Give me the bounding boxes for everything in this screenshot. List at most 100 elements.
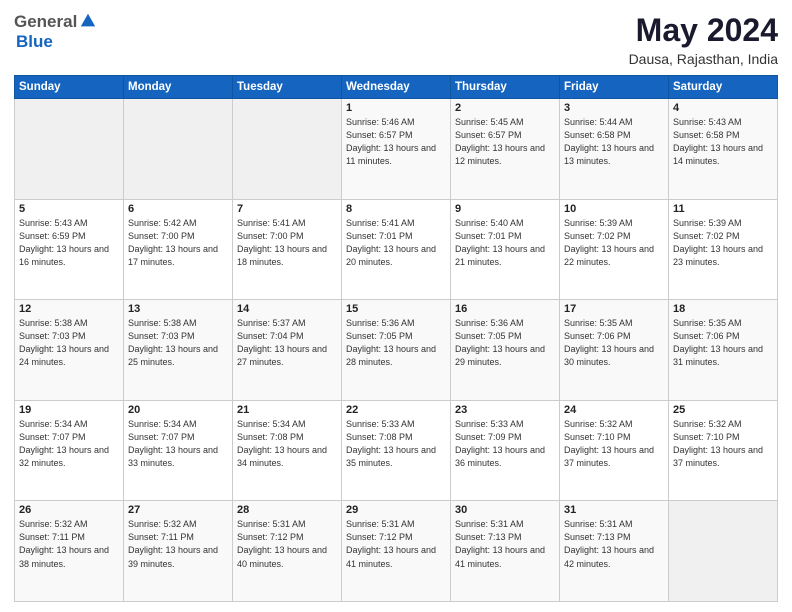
day-number: 12 — [19, 303, 119, 315]
day-info: Sunrise: 5:35 AM Sunset: 7:06 PM Dayligh… — [673, 317, 773, 369]
day-info: Sunrise: 5:31 AM Sunset: 7:13 PM Dayligh… — [564, 518, 664, 570]
day-info: Sunrise: 5:43 AM Sunset: 6:59 PM Dayligh… — [19, 217, 119, 269]
day-number: 29 — [346, 504, 446, 516]
day-info: Sunrise: 5:33 AM Sunset: 7:08 PM Dayligh… — [346, 418, 446, 470]
logo-icon — [79, 12, 97, 30]
header-thursday: Thursday — [451, 76, 560, 99]
day-number: 1 — [346, 102, 446, 114]
calendar-cell: 2Sunrise: 5:45 AM Sunset: 6:57 PM Daylig… — [451, 99, 560, 200]
calendar-cell: 25Sunrise: 5:32 AM Sunset: 7:10 PM Dayli… — [669, 400, 778, 501]
calendar-cell: 5 Sunrise: 5:43 AM Sunset: 6:59 PM Daylig… — [15, 199, 124, 300]
day-number: 19 — [19, 404, 119, 416]
day-number: 27 — [128, 504, 228, 516]
calendar-cell — [15, 99, 124, 200]
day-number: 4 — [673, 102, 773, 114]
day-number: 5 — [19, 203, 119, 215]
subtitle: Dausa, Rajasthan, India — [629, 51, 778, 67]
day-number: 18 — [673, 303, 773, 315]
logo-general: General — [14, 12, 77, 32]
day-info: Sunrise: 5:34 AM Sunset: 7:07 PM Dayligh… — [128, 418, 228, 470]
calendar-cell: 20 Sunrise: 5:34 AM Sunset: 7:07 PM Dayli… — [124, 400, 233, 501]
calendar-cell: 17Sunrise: 5:35 AM Sunset: 7:06 PM Dayli… — [560, 300, 669, 401]
day-info: Sunrise: 5:39 AM Sunset: 7:02 PM Dayligh… — [564, 217, 664, 269]
week-row-3: 12 Sunrise: 5:38 AM Sunset: 7:03 PM Dayli… — [15, 300, 778, 401]
header-monday: Monday — [124, 76, 233, 99]
calendar-cell: 7 Sunrise: 5:41 AM Sunset: 7:00 PM Daylig… — [233, 199, 342, 300]
day-number: 13 — [128, 303, 228, 315]
day-number: 20 — [128, 404, 228, 416]
day-number: 9 — [455, 203, 555, 215]
day-number: 16 — [455, 303, 555, 315]
calendar-cell: 18 Sunrise: 5:35 AM Sunset: 7:06 PM Dayli… — [669, 300, 778, 401]
day-info: Sunrise: 5:37 AM Sunset: 7:04 PM Dayligh… — [237, 317, 337, 369]
day-number: 2 — [455, 102, 555, 114]
page: General Blue May 2024 Dausa, Rajasthan, … — [0, 0, 792, 612]
header-tuesday: Tuesday — [233, 76, 342, 99]
day-number: 14 — [237, 303, 337, 315]
calendar-cell: 21 Sunrise: 5:34 AM Sunset: 7:08 PM Dayli… — [233, 400, 342, 501]
day-number: 25 — [673, 404, 773, 416]
calendar-header: Sunday Monday Tuesday Wednesday Thursday… — [15, 76, 778, 99]
day-info: Sunrise: 5:42 AM Sunset: 7:00 PM Dayligh… — [128, 217, 228, 269]
header-friday: Friday — [560, 76, 669, 99]
day-info: Sunrise: 5:41 AM Sunset: 7:00 PM Dayligh… — [237, 217, 337, 269]
day-info: Sunrise: 5:32 AM Sunset: 7:11 PM Dayligh… — [128, 518, 228, 570]
day-number: 26 — [19, 504, 119, 516]
day-info: Sunrise: 5:38 AM Sunset: 7:03 PM Dayligh… — [19, 317, 119, 369]
day-number: 8 — [346, 203, 446, 215]
day-info: Sunrise: 5:44 AM Sunset: 6:58 PM Dayligh… — [564, 116, 664, 168]
week-row-5: 26 Sunrise: 5:32 AM Sunset: 7:11 PM Dayli… — [15, 501, 778, 602]
week-row-1: 1 Sunrise: 5:46 AM Sunset: 6:57 PM Daylig… — [15, 99, 778, 200]
day-number: 31 — [564, 504, 664, 516]
day-info: Sunrise: 5:41 AM Sunset: 7:01 PM Dayligh… — [346, 217, 446, 269]
calendar-cell: 6 Sunrise: 5:42 AM Sunset: 7:00 PM Daylig… — [124, 199, 233, 300]
day-number: 22 — [346, 404, 446, 416]
title-area: May 2024 Dausa, Rajasthan, India — [629, 12, 778, 67]
calendar-cell — [669, 501, 778, 602]
calendar-cell: 31 Sunrise: 5:31 AM Sunset: 7:13 PM Dayli… — [560, 501, 669, 602]
logo-text: General — [14, 12, 97, 32]
day-number: 28 — [237, 504, 337, 516]
header-saturday: Saturday — [669, 76, 778, 99]
logo: General Blue — [14, 12, 97, 52]
day-info: Sunrise: 5:32 AM Sunset: 7:10 PM Dayligh… — [564, 418, 664, 470]
day-info: Sunrise: 5:46 AM Sunset: 6:57 PM Dayligh… — [346, 116, 446, 168]
main-title: May 2024 — [629, 12, 778, 49]
week-row-2: 5 Sunrise: 5:43 AM Sunset: 6:59 PM Daylig… — [15, 199, 778, 300]
day-info: Sunrise: 5:39 AM Sunset: 7:02 PM Dayligh… — [673, 217, 773, 269]
day-info: Sunrise: 5:34 AM Sunset: 7:07 PM Dayligh… — [19, 418, 119, 470]
day-info: Sunrise: 5:36 AM Sunset: 7:05 PM Dayligh… — [346, 317, 446, 369]
calendar-cell: 30 Sunrise: 5:31 AM Sunset: 7:13 PM Dayli… — [451, 501, 560, 602]
day-number: 6 — [128, 203, 228, 215]
day-info: Sunrise: 5:38 AM Sunset: 7:03 PM Dayligh… — [128, 317, 228, 369]
calendar-table: Sunday Monday Tuesday Wednesday Thursday… — [14, 75, 778, 602]
calendar-cell: 29 Sunrise: 5:31 AM Sunset: 7:12 PM Dayli… — [342, 501, 451, 602]
day-info: Sunrise: 5:33 AM Sunset: 7:09 PM Dayligh… — [455, 418, 555, 470]
day-number: 30 — [455, 504, 555, 516]
calendar-cell: 22 Sunrise: 5:33 AM Sunset: 7:08 PM Dayli… — [342, 400, 451, 501]
day-info: Sunrise: 5:36 AM Sunset: 7:05 PM Dayligh… — [455, 317, 555, 369]
day-number: 23 — [455, 404, 555, 416]
day-number: 7 — [237, 203, 337, 215]
day-number: 15 — [346, 303, 446, 315]
day-info: Sunrise: 5:35 AM Sunset: 7:06 PM Dayligh… — [564, 317, 664, 369]
day-number: 21 — [237, 404, 337, 416]
day-number: 24 — [564, 404, 664, 416]
header-wednesday: Wednesday — [342, 76, 451, 99]
header: General Blue May 2024 Dausa, Rajasthan, … — [14, 12, 778, 67]
calendar-cell: 12 Sunrise: 5:38 AM Sunset: 7:03 PM Dayli… — [15, 300, 124, 401]
calendar-cell: 13 Sunrise: 5:38 AM Sunset: 7:03 PM Dayli… — [124, 300, 233, 401]
days-header-row: Sunday Monday Tuesday Wednesday Thursday… — [15, 76, 778, 99]
calendar-cell: 11Sunrise: 5:39 AM Sunset: 7:02 PM Dayli… — [669, 199, 778, 300]
calendar-cell: 26Sunrise: 5:32 AM Sunset: 7:11 PM Dayli… — [15, 501, 124, 602]
header-sunday: Sunday — [15, 76, 124, 99]
calendar-cell: 10Sunrise: 5:39 AM Sunset: 7:02 PM Dayli… — [560, 199, 669, 300]
calendar-cell: 1 Sunrise: 5:46 AM Sunset: 6:57 PM Daylig… — [342, 99, 451, 200]
calendar-cell: 28Sunrise: 5:31 AM Sunset: 7:12 PM Dayli… — [233, 501, 342, 602]
calendar-cell: 23 Sunrise: 5:33 AM Sunset: 7:09 PM Dayli… — [451, 400, 560, 501]
calendar-cell: 4Sunrise: 5:43 AM Sunset: 6:58 PM Daylig… — [669, 99, 778, 200]
day-info: Sunrise: 5:34 AM Sunset: 7:08 PM Dayligh… — [237, 418, 337, 470]
calendar-cell — [233, 99, 342, 200]
day-info: Sunrise: 5:31 AM Sunset: 7:13 PM Dayligh… — [455, 518, 555, 570]
day-info: Sunrise: 5:31 AM Sunset: 7:12 PM Dayligh… — [346, 518, 446, 570]
